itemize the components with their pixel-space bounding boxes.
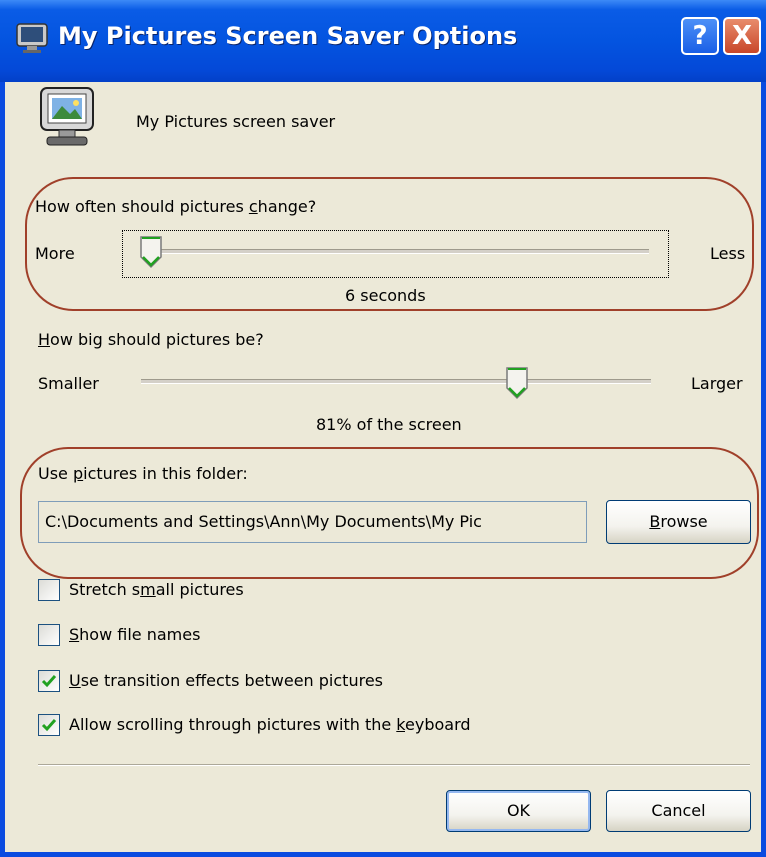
header-caption: My Pictures screen saver	[136, 112, 336, 131]
stretch-small-pictures-label: Stretch small pictures	[69, 580, 244, 599]
picture-size-slider-track[interactable]	[141, 379, 651, 384]
transition-effects-label: Use transition effects between pictures	[69, 671, 383, 690]
checkmark-icon	[41, 675, 57, 688]
show-file-names-label: Show file names	[69, 625, 201, 644]
folder-path-field[interactable]: C:\Documents and Settings\Ann\My Documen…	[38, 501, 587, 543]
picture-size-label: How big should pictures be?	[38, 330, 264, 349]
transition-effects-checkbox[interactable]	[38, 670, 60, 692]
keyboard-scrolling-label: Allow scrolling through pictures with th…	[69, 715, 471, 734]
change-frequency-label: How often should pictures change?	[35, 197, 317, 216]
monitor-app-icon	[16, 23, 48, 53]
show-file-names-checkbox[interactable]	[38, 624, 60, 646]
stretch-small-pictures-checkbox[interactable]	[38, 579, 60, 601]
picture-size-slider-thumb[interactable]	[505, 366, 529, 400]
more-label: More	[35, 244, 75, 263]
keyboard-scrolling-checkbox[interactable]	[38, 714, 60, 736]
separator	[38, 764, 750, 766]
browse-button[interactable]: Browse	[606, 500, 751, 544]
less-label: Less	[710, 244, 746, 263]
picture-size-value: 81% of the screen	[316, 415, 462, 434]
cancel-button[interactable]: Cancel	[606, 790, 751, 832]
change-frequency-value: 6 seconds	[345, 286, 426, 305]
change-frequency-slider-focus	[122, 230, 669, 278]
window-title: My Pictures Screen Saver Options	[58, 22, 518, 50]
larger-label: Larger	[691, 374, 743, 393]
ok-button[interactable]: OK	[446, 790, 591, 832]
help-button[interactable]: ?	[681, 17, 719, 55]
monitor-picture-icon	[40, 87, 94, 146]
title-bar[interactable]: My Pictures Screen Saver Options ? X	[0, 0, 766, 82]
folder-label: Use pictures in this folder:	[38, 464, 248, 483]
change-frequency-slider-thumb[interactable]	[139, 235, 163, 269]
screen-saver-options-dialog: My Pictures Screen Saver Options ? X My …	[0, 0, 766, 857]
change-frequency-slider-track[interactable]	[141, 249, 649, 254]
close-button[interactable]: X	[723, 17, 761, 55]
smaller-label: Smaller	[38, 374, 99, 393]
checkmark-icon	[41, 719, 57, 732]
